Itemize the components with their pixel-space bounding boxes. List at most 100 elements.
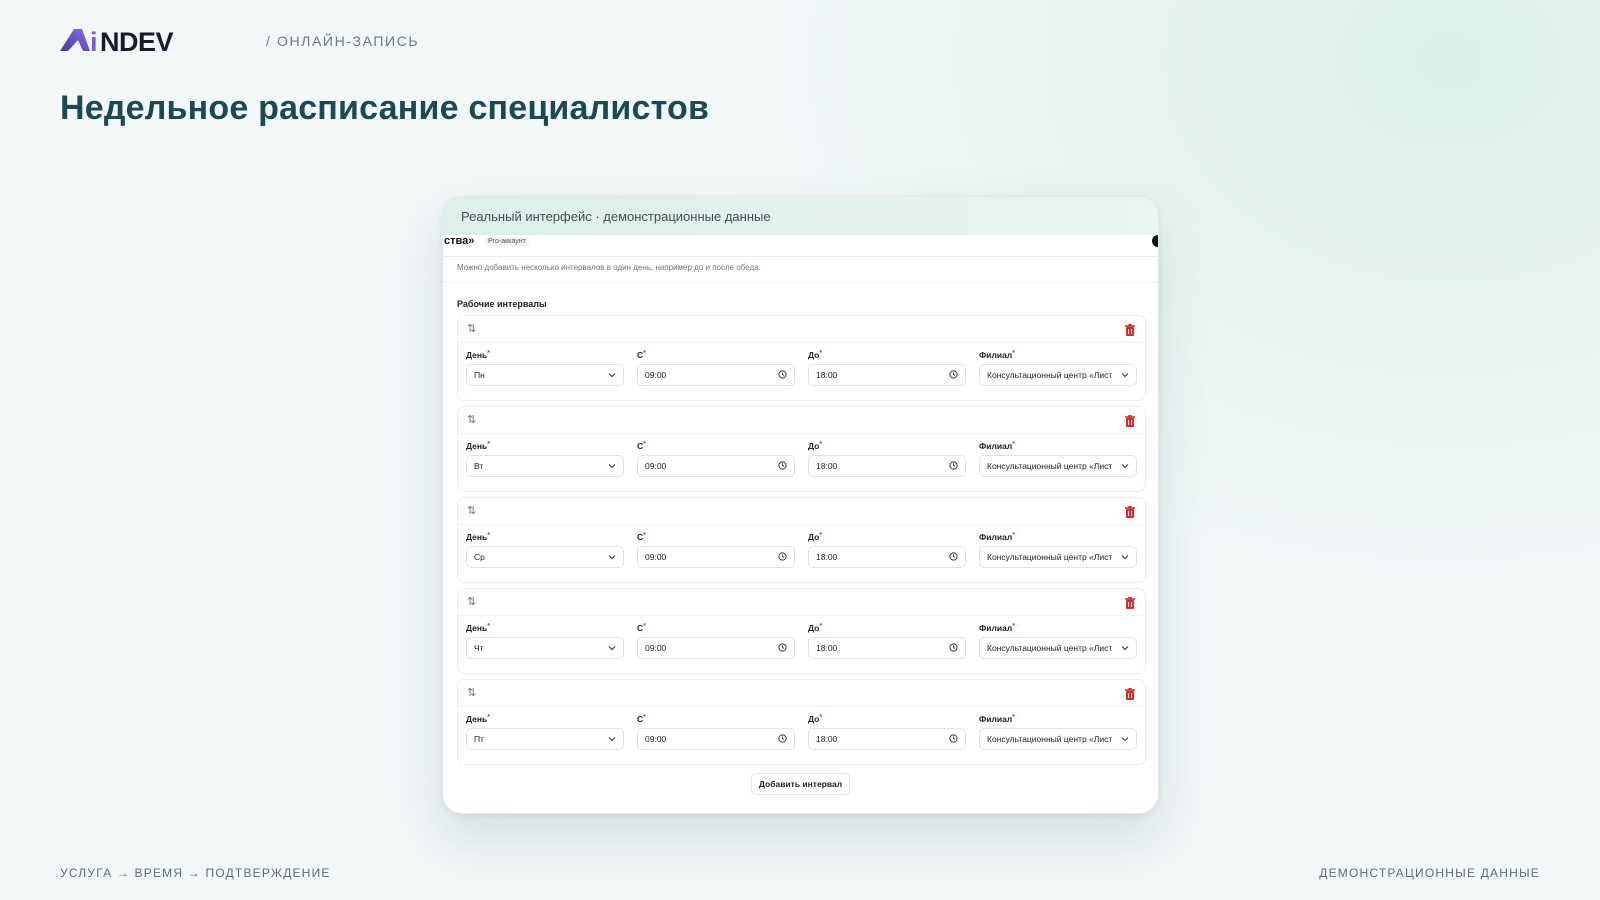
- app-brand: ства»: [444, 235, 475, 247]
- day-label: День*: [466, 714, 490, 724]
- sort-arrows-icon[interactable]: ⇅: [467, 504, 476, 517]
- from-time-input[interactable]: 09:00: [637, 637, 795, 659]
- day-field: День* Пн: [466, 350, 624, 386]
- branch-label: Филиал*: [979, 623, 1015, 633]
- branch-label: Филиал*: [979, 532, 1015, 542]
- clock-icon: [778, 369, 787, 381]
- to-label: До*: [808, 714, 823, 724]
- branch-field: Филиал* Консультационный центр «Лист: [979, 350, 1137, 386]
- brand-logo[interactable]: i NDEV: [60, 27, 238, 55]
- branch-field: Филиал* Консультационный центр «Лист: [979, 441, 1137, 477]
- to-label: До*: [808, 532, 823, 542]
- app-topbar: ства» Pro-аккаунт: [443, 235, 1158, 257]
- day-select[interactable]: Чт: [466, 637, 624, 659]
- day-label: День*: [466, 350, 490, 360]
- to-time-input[interactable]: 18:00: [808, 546, 966, 568]
- from-label: С*: [637, 350, 646, 360]
- from-field: С* 09:00: [637, 532, 795, 568]
- clock-icon: [949, 369, 958, 381]
- day-select[interactable]: Пт: [466, 728, 624, 750]
- chevron-down-icon: [1121, 734, 1129, 744]
- branch-label: Филиал*: [979, 350, 1015, 360]
- clock-icon: [778, 733, 787, 745]
- day-field: День* Ср: [466, 532, 624, 568]
- to-field: До* 18:00: [808, 441, 966, 477]
- chevron-down-icon: [608, 643, 616, 653]
- interval-card: ⇅ День* Вт С* 09:00 До* 18:00 Филиал* Ко…: [457, 406, 1146, 492]
- branch-label: Филиал*: [979, 441, 1015, 451]
- day-select[interactable]: Ср: [466, 546, 624, 568]
- chevron-down-icon: [1121, 370, 1129, 380]
- header: i NDEV / ОНЛАЙН-ЗАПИСЬ: [60, 27, 419, 55]
- sort-arrows-icon[interactable]: ⇅: [467, 413, 476, 426]
- day-label: День*: [466, 441, 490, 451]
- to-field: До* 18:00: [808, 623, 966, 659]
- chevron-down-icon: [608, 734, 616, 744]
- from-time-input[interactable]: 09:00: [637, 455, 795, 477]
- to-label: До*: [808, 623, 823, 633]
- interval-list: ⇅ День* Пн С* 09:00 До* 18:00 Филиал* Ко…: [443, 315, 1158, 765]
- to-time-input[interactable]: 18:00: [808, 728, 966, 750]
- branch-select[interactable]: Консультационный центр «Лист: [979, 637, 1137, 659]
- day-select[interactable]: Пн: [466, 364, 624, 386]
- trash-icon[interactable]: [1125, 323, 1135, 336]
- to-time-input[interactable]: 18:00: [808, 637, 966, 659]
- branch-select[interactable]: Консультационный центр «Лист: [979, 728, 1137, 750]
- from-time-input[interactable]: 09:00: [637, 728, 795, 750]
- trash-icon[interactable]: [1125, 505, 1135, 518]
- branch-field: Филиал* Консультационный центр «Лист: [979, 532, 1137, 568]
- from-label: С*: [637, 623, 646, 633]
- trash-icon[interactable]: [1125, 687, 1135, 700]
- to-field: До* 18:00: [808, 532, 966, 568]
- day-label: День*: [466, 623, 490, 633]
- branch-select[interactable]: Консультационный центр «Лист: [979, 455, 1137, 477]
- to-time-input[interactable]: 18:00: [808, 364, 966, 386]
- to-field: До* 18:00: [808, 714, 966, 750]
- branch-select[interactable]: Консультационный центр «Лист: [979, 364, 1137, 386]
- clock-icon: [778, 460, 787, 472]
- demo-note: ДЕМОНСТРАЦИОННЫЕ ДАННЫЕ: [1319, 866, 1540, 880]
- interval-card: ⇅ День* Ср С* 09:00 До* 18:00 Филиал* Ко…: [457, 497, 1146, 583]
- branch-label: Филиал*: [979, 714, 1015, 724]
- trash-icon[interactable]: [1125, 414, 1135, 427]
- day-field: День* Вт: [466, 441, 624, 477]
- day-label: День*: [466, 532, 490, 542]
- sort-arrows-icon[interactable]: ⇅: [467, 595, 476, 608]
- aindev-logo-icon: i NDEV: [60, 27, 174, 55]
- from-label: С*: [637, 532, 646, 542]
- clock-icon: [778, 551, 787, 563]
- frame-caption: Реальный интерфейс · демонстрационные да…: [443, 197, 1158, 235]
- from-field: С* 09:00: [637, 350, 795, 386]
- day-field: День* Чт: [466, 623, 624, 659]
- page-title: Недельное расписание специалистов: [60, 89, 710, 127]
- branch-select[interactable]: Консультационный центр «Лист: [979, 546, 1137, 568]
- trash-icon[interactable]: [1125, 596, 1135, 609]
- add-interval-button[interactable]: Добавить интервал: [750, 773, 851, 795]
- chevron-down-icon: [1121, 461, 1129, 471]
- from-label: С*: [637, 441, 646, 451]
- pro-badge: Pro-аккаунт: [485, 237, 529, 246]
- from-label: С*: [637, 714, 646, 724]
- svg-text:i: i: [90, 27, 98, 55]
- chevron-down-icon: [608, 461, 616, 471]
- sort-arrows-icon[interactable]: ⇅: [467, 322, 476, 335]
- day-select[interactable]: Вт: [466, 455, 624, 477]
- from-field: С* 09:00: [637, 441, 795, 477]
- branch-field: Филиал* Консультационный центр «Лист: [979, 714, 1137, 750]
- clock-icon: [949, 460, 958, 472]
- clock-icon: [778, 642, 787, 654]
- to-time-input[interactable]: 18:00: [808, 455, 966, 477]
- from-time-input[interactable]: 09:00: [637, 546, 795, 568]
- clock-icon: [949, 551, 958, 563]
- from-time-input[interactable]: 09:00: [637, 364, 795, 386]
- clock-icon: [949, 642, 958, 654]
- interval-card: ⇅ День* Пн С* 09:00 До* 18:00 Филиал* Ко…: [457, 315, 1146, 401]
- chevron-down-icon: [608, 552, 616, 562]
- chevron-down-icon: [1121, 552, 1129, 562]
- branch-field: Филиал* Консультационный центр «Лист: [979, 623, 1137, 659]
- clock-icon: [949, 733, 958, 745]
- notification-icon[interactable]: [1152, 235, 1158, 247]
- chevron-down-icon: [608, 370, 616, 380]
- sort-arrows-icon[interactable]: ⇅: [467, 686, 476, 699]
- to-label: До*: [808, 441, 823, 451]
